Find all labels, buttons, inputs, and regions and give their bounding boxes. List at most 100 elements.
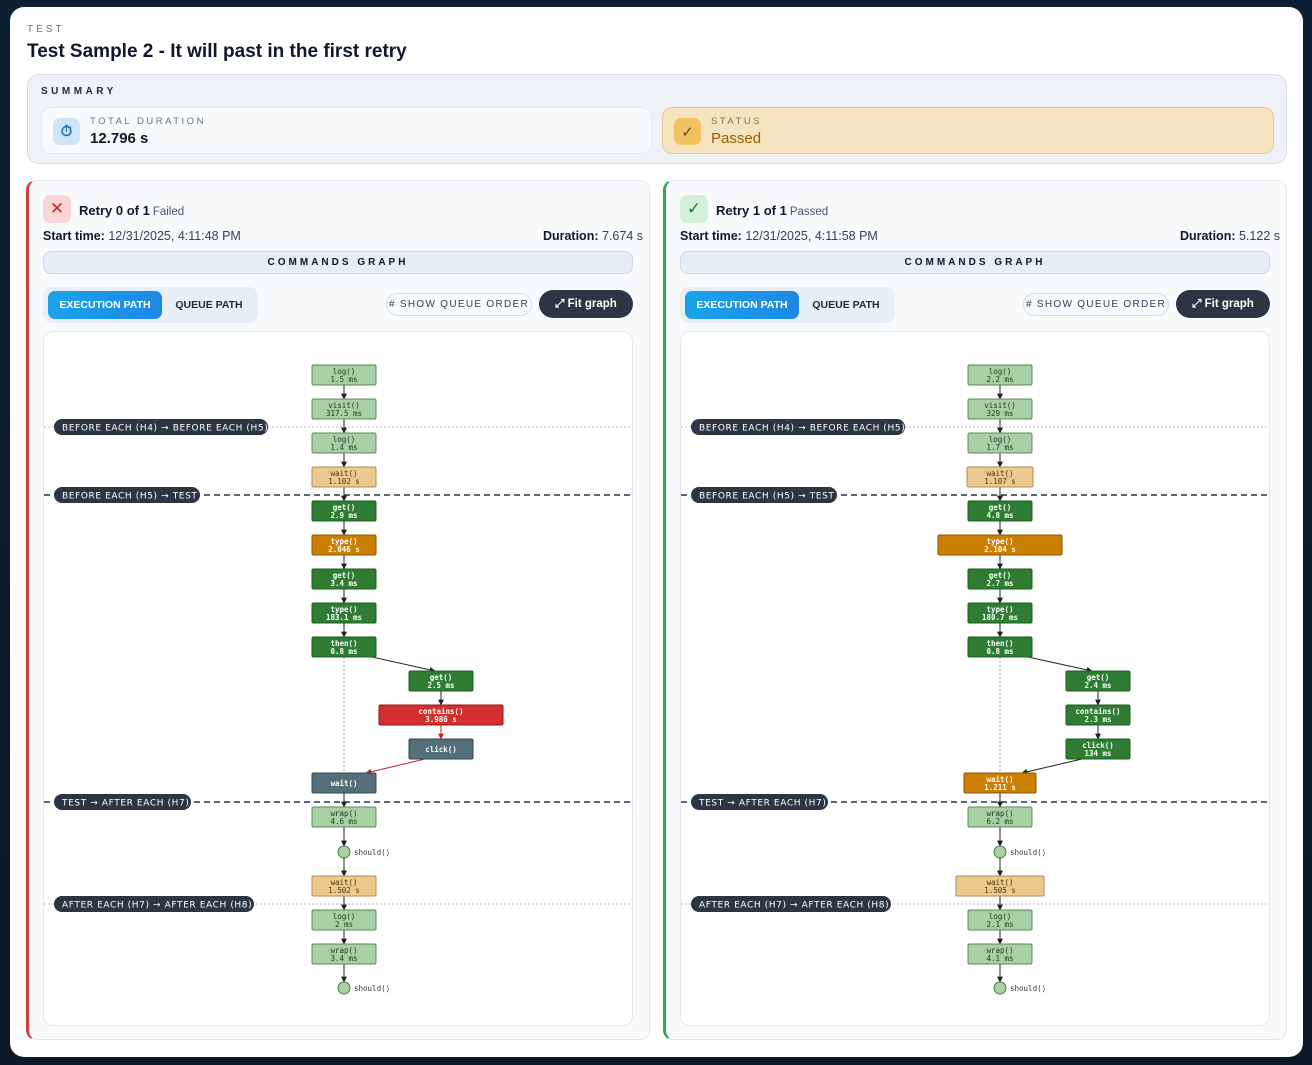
fit-graph-button[interactable]: ⤢ Fit graph — [1176, 290, 1270, 318]
command-node[interactable]: log()1.4 ms — [311, 432, 377, 454]
node-time: 0.8 ms — [986, 647, 1013, 656]
retry-title-text: Retry 0 of 1 — [79, 203, 150, 218]
duration-value: 5.122 s — [1238, 229, 1280, 243]
should-node-circle[interactable] — [337, 845, 351, 859]
commands-graph-canvas[interactable]: log() 2.2 ms visit() 329 ms log() 1.7 ms wait(… — [680, 331, 1270, 1026]
command-node[interactable]: wait()1.102 s — [311, 466, 377, 488]
test-report-card: TEST Test Sample 2 - It will past in the… — [10, 7, 1303, 1057]
phase-pill-text: TEST → AFTER EACH (H7) — [61, 799, 189, 809]
node-time: 2.1 ms — [986, 920, 1013, 929]
node-time: 2.9 ms — [330, 511, 357, 520]
command-node[interactable]: should() — [993, 981, 1046, 995]
summary-panel: SUMMARY ⏱ TOTAL DURATION 12.796 s ✓ STAT… — [27, 74, 1287, 164]
command-node[interactable]: visit()317.5 ms — [311, 398, 377, 420]
fit-graph-button[interactable]: ⤢ Fit graph — [539, 290, 633, 318]
retry-duration: Duration: 5.122 s — [1180, 229, 1280, 243]
start-time-value: 12/31/2025, 4:11:48 PM — [108, 229, 241, 243]
node-time: 3.4 ms — [330, 954, 357, 963]
tab-execution-path[interactable]: EXECUTION PATH — [685, 291, 799, 319]
node-time: 1.102 s — [328, 477, 360, 486]
failed-x-icon: ✕ — [43, 195, 71, 223]
passed-check-icon: ✓ — [680, 195, 708, 223]
command-node[interactable]: log()2.2 ms — [967, 364, 1033, 386]
retry-title: Retry 1 of 1 Passed — [716, 203, 828, 218]
node-label: should() — [1010, 984, 1046, 993]
command-node[interactable]: wrap()4.6 ms — [311, 806, 377, 828]
node-time: 2.5 ms — [427, 681, 454, 690]
command-node[interactable]: type()2.046 s — [311, 534, 377, 556]
command-node[interactable]: log()1.5 ms — [311, 364, 377, 386]
command-node[interactable]: wait()1.505 s — [955, 875, 1045, 897]
total-duration-stat: ⏱ TOTAL DURATION 12.796 s — [41, 107, 652, 154]
command-node[interactable]: visit()329 ms — [967, 398, 1033, 420]
commands-graph-header[interactable]: COMMANDS GRAPH — [680, 251, 1270, 274]
node-name: click() — [425, 745, 457, 754]
node-time: 2.2 ms — [986, 375, 1013, 384]
should-node-circle[interactable] — [993, 845, 1007, 859]
command-node[interactable]: type()183.1 ms — [311, 602, 377, 624]
command-node[interactable]: get()2.9 ms — [311, 500, 377, 522]
command-node[interactable]: wait()1.211 s — [963, 772, 1037, 794]
node-time: 317.5 ms — [326, 409, 362, 418]
should-node-circle[interactable] — [993, 981, 1007, 995]
edge — [1021, 758, 1083, 775]
command-node[interactable]: type()2.104 s — [937, 534, 1063, 556]
command-node[interactable]: get()3.4 ms — [311, 568, 377, 590]
command-node[interactable]: wait()1.107 s — [966, 466, 1034, 488]
node-time: 134 ms — [1084, 749, 1111, 758]
command-node[interactable]: then()0.8 ms — [311, 636, 377, 658]
command-node[interactable]: log()2.1 ms — [967, 909, 1033, 931]
tab-queue-path[interactable]: QUEUE PATH — [164, 291, 254, 319]
command-node[interactable]: log()2 ms — [311, 909, 377, 931]
graph-svg: log()1.5 ms visit()317.5 ms log()1.4 ms wai… — [44, 364, 632, 995]
edge — [371, 656, 436, 673]
command-node[interactable]: wrap()4.1 ms — [967, 943, 1033, 965]
command-node[interactable]: should() — [337, 845, 390, 859]
node-time: 1.502 s — [328, 886, 360, 895]
commands-graph-canvas[interactable]: log() 1.5 ms visit() 317.5 ms log() 1.4 ms wai… — [43, 331, 633, 1026]
command-node[interactable]: get()2.5 ms — [408, 670, 474, 692]
total-duration-value: 12.796 s — [90, 130, 149, 147]
tab-execution-path[interactable]: EXECUTION PATH — [48, 291, 162, 319]
retry-title-text: Retry 1 of 1 — [716, 203, 787, 218]
command-node[interactable]: wrap()3.4 ms — [311, 943, 377, 965]
node-label: should() — [354, 984, 390, 993]
retry-status: Passed — [789, 206, 829, 218]
node-name: wait() — [330, 779, 357, 788]
phase-pill-text: AFTER EACH (H7) → AFTER EACH (H8) — [62, 901, 252, 911]
node-label: should() — [1010, 848, 1046, 857]
tab-queue-path[interactable]: QUEUE PATH — [801, 291, 891, 319]
phase-label: AFTER EACH (H7) → AFTER EACH (H8) — [691, 896, 891, 912]
retry-title: Retry 0 of 1 Failed — [79, 203, 184, 218]
phase-label: BEFORE EACH (H5) → TEST — [54, 487, 200, 503]
node-time: 180.7 ms — [982, 613, 1018, 622]
phase-pill-text: BEFORE EACH (H5) → TEST — [62, 492, 198, 502]
node-time: 6.2 ms — [986, 817, 1013, 826]
command-node[interactable]: get()4.8 ms — [967, 500, 1033, 522]
command-node[interactable]: wait() — [311, 772, 377, 794]
command-node[interactable]: get()2.7 ms — [967, 568, 1033, 590]
command-node[interactable]: then()0.8 ms — [967, 636, 1033, 658]
node-time: 1.5 ms — [330, 375, 357, 384]
show-queue-order-button[interactable]: # SHOW QUEUE ORDER — [1023, 293, 1169, 316]
command-node[interactable]: contains()3.986 s — [378, 704, 504, 726]
node-time: 1.7 ms — [986, 443, 1013, 452]
commands-graph-header[interactable]: COMMANDS GRAPH — [43, 251, 633, 274]
edge — [1027, 656, 1093, 673]
command-node[interactable]: wait()1.502 s — [311, 875, 377, 897]
command-node[interactable]: get()2.4 ms — [1065, 670, 1131, 692]
command-node[interactable]: contains()2.3 ms — [1065, 704, 1131, 726]
phase-label: AFTER EACH (H7) → AFTER EACH (H8) — [54, 896, 254, 912]
command-node[interactable]: should() — [337, 981, 390, 995]
show-queue-order-button[interactable]: # SHOW QUEUE ORDER — [386, 293, 532, 316]
command-node[interactable]: click()134 ms — [1065, 738, 1131, 760]
command-node[interactable]: wrap()6.2 ms — [967, 806, 1033, 828]
phase-label: BEFORE EACH (H4) → BEFORE EACH (H5) — [54, 419, 268, 435]
should-node-circle[interactable] — [337, 981, 351, 995]
command-node[interactable]: log()1.7 ms — [967, 432, 1033, 454]
command-node[interactable]: should() — [993, 845, 1046, 859]
phase-label: BEFORE EACH (H5) → TEST — [691, 487, 837, 503]
command-node[interactable]: type()180.7 ms — [967, 602, 1033, 624]
total-duration-label: TOTAL DURATION — [90, 116, 206, 127]
command-node[interactable]: click() — [408, 738, 474, 760]
